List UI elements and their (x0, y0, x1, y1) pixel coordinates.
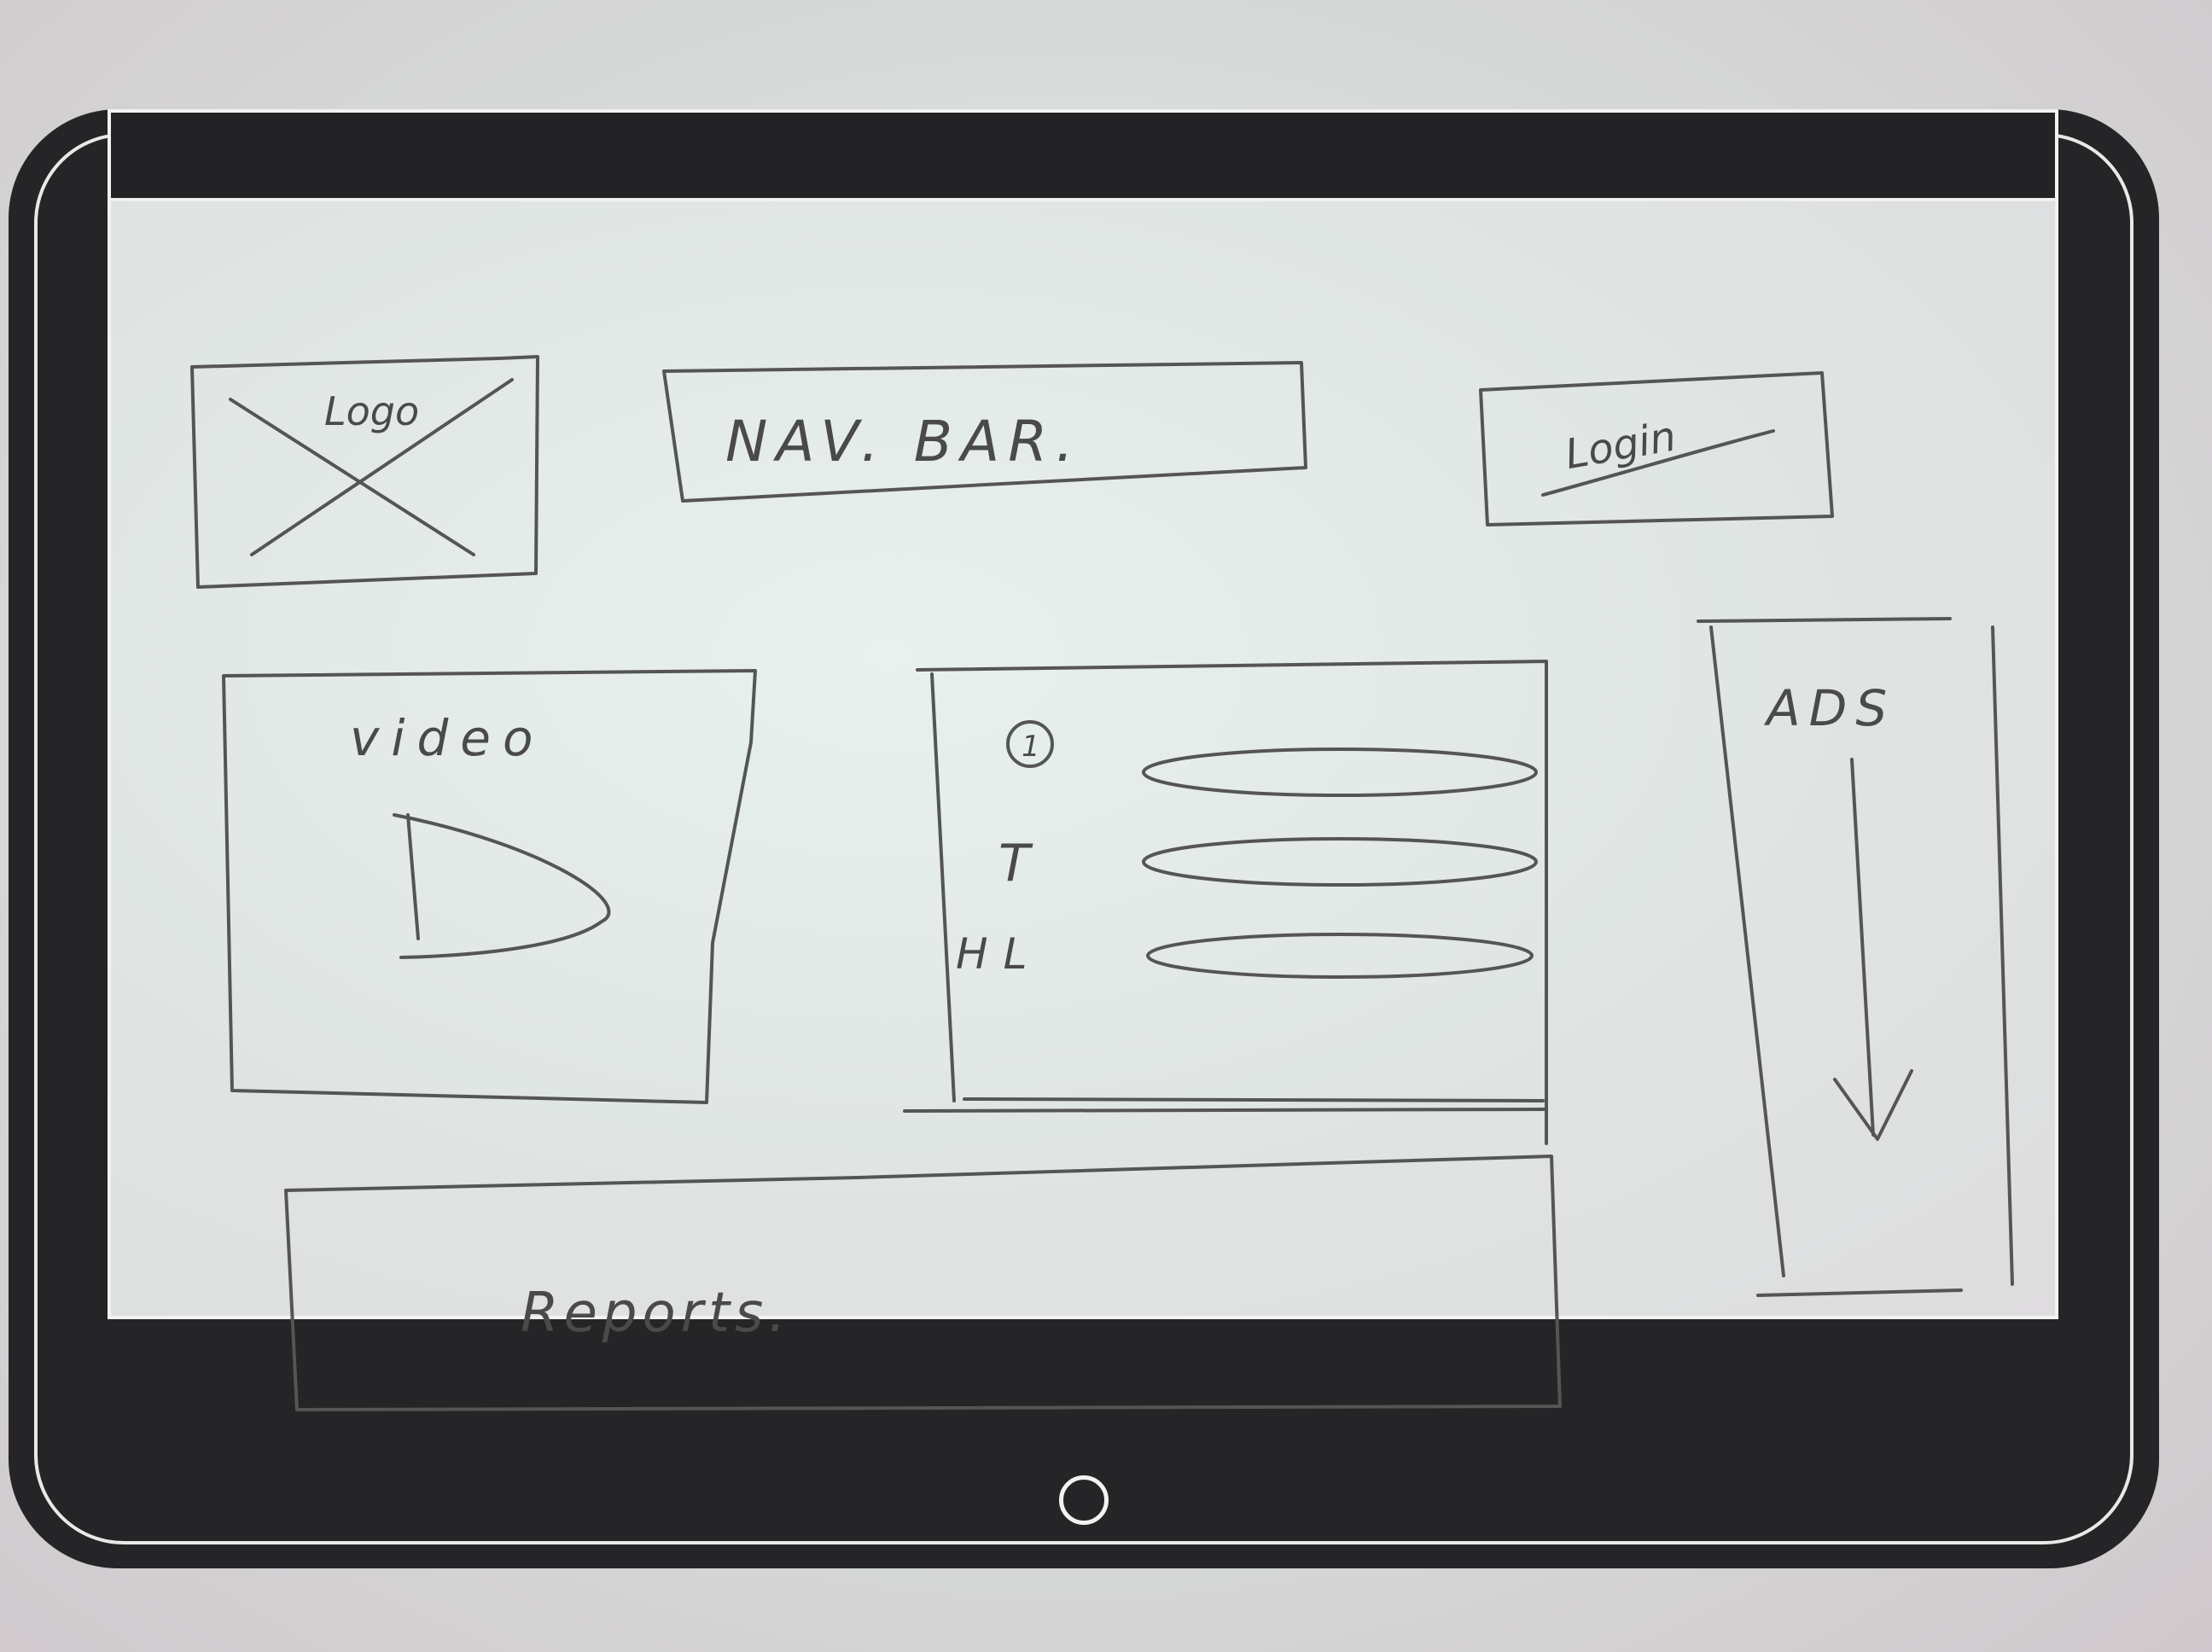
video-placeholder[interactable]: video (222, 669, 757, 1104)
nav-bar-placeholder[interactable]: NAV. BAR. (662, 361, 1307, 503)
svg-text:1: 1 (1022, 730, 1040, 764)
reports-label: Reports. (521, 1282, 791, 1345)
list-item[interactable]: 1 (1006, 720, 1538, 797)
list-item[interactable]: T (998, 834, 1538, 893)
reports-placeholder[interactable]: Reports. (284, 1155, 1562, 1411)
wireframe-sketch: Logo NAV. BAR. Login video 1 T HL ADS Re… (190, 355, 2014, 1411)
video-label: video (350, 709, 544, 767)
arrow-down-icon (1833, 758, 1913, 1141)
content-list-panel: 1 T HL (903, 660, 1548, 1145)
nav-bar-label: NAV. BAR. (725, 409, 1082, 474)
list-marker: T (998, 834, 1033, 893)
list-marker: HL (956, 929, 1042, 979)
ads-placeholder[interactable]: ADS (1697, 617, 2014, 1297)
logo-label: Logo (324, 388, 419, 434)
list-item-line (1142, 747, 1538, 797)
login-label: Login (1562, 412, 1679, 479)
list-item-line (1142, 837, 1538, 887)
ads-label: ADS (1763, 679, 1895, 737)
logo-placeholder: Logo (190, 355, 539, 589)
play-icon (393, 813, 611, 959)
list-item-line (1146, 933, 1534, 979)
login-button-placeholder[interactable]: Login (1479, 371, 1834, 526)
list-item[interactable]: HL (956, 929, 1534, 979)
